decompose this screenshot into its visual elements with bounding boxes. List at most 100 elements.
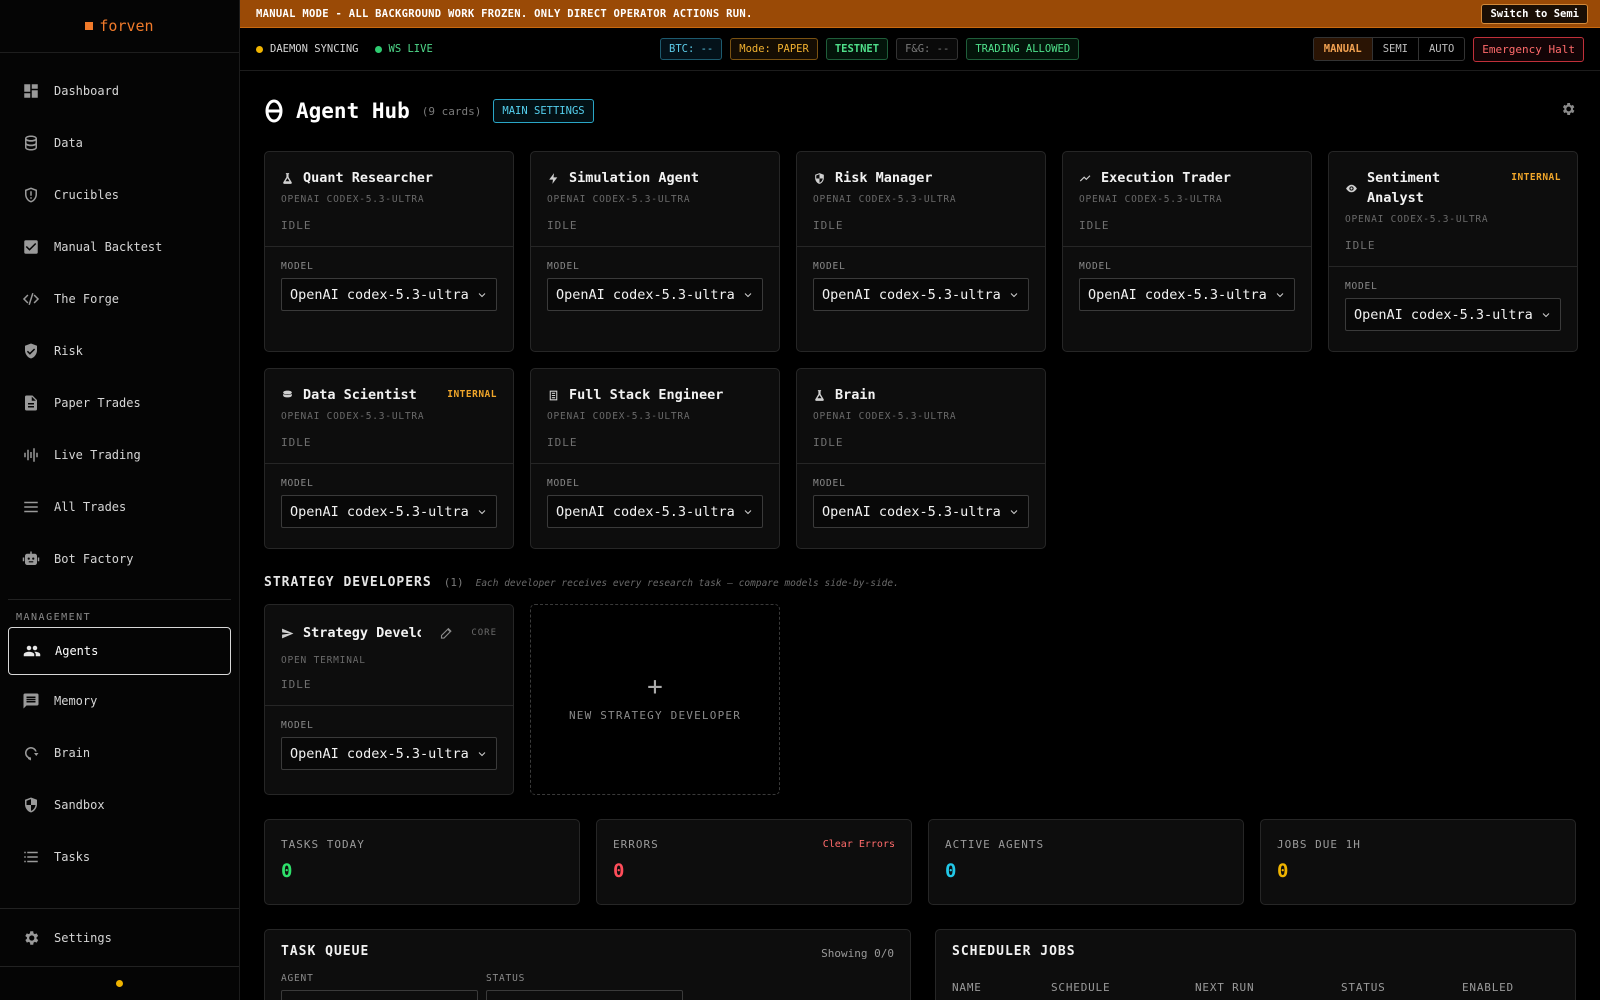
shield-icon xyxy=(813,168,827,188)
model-select[interactable]: OpenAI codex-5.3-ultra xyxy=(281,737,497,770)
sidebar-item-label: Paper Trades xyxy=(54,396,141,410)
shield-half-icon xyxy=(25,797,37,813)
internal-badge: INTERNAL xyxy=(447,389,497,400)
status-pills: BTC: -- Mode: PAPER TESTNET F&G: -- TRAD… xyxy=(660,38,1080,60)
new-strategy-developer-button[interactable]: + NEW STRATEGY DEVELOPER xyxy=(530,604,780,795)
ws-label: WS LIVE xyxy=(388,43,433,55)
column-header[interactable]: ENABLED xyxy=(1462,981,1514,994)
model-select[interactable]: OpenAI codex-5.3-ultra xyxy=(547,495,763,528)
model-select[interactable]: OpenAI codex-5.3-ultra xyxy=(547,278,763,311)
chevron-down-icon xyxy=(1010,509,1018,514)
open-terminal-link[interactable]: OPEN TERMINAL xyxy=(281,655,497,666)
section-note: Each developer receives every research t… xyxy=(475,578,899,589)
agent-status: IDLE xyxy=(547,436,578,449)
column-header[interactable]: NAME xyxy=(952,981,1051,994)
agent-name: Risk Manager xyxy=(835,170,933,186)
agent-status: IDLE xyxy=(1079,219,1110,232)
agent-name: Sentiment Analyst xyxy=(1367,170,1441,206)
sidebar-item-live-trading[interactable]: Live Trading xyxy=(0,429,239,481)
stat-value: 0 xyxy=(945,860,957,882)
model-select[interactable]: OpenAI codex-5.3-ultra xyxy=(813,278,1029,311)
model-select[interactable]: OpenAI codex-5.3-ultra xyxy=(1079,278,1295,311)
sidebar-item-risk[interactable]: Risk xyxy=(0,325,239,377)
scheduler-jobs-panel: SCHEDULER JOBS NAME SCHEDULE NEXT RUN ST… xyxy=(935,929,1576,1000)
database-icon xyxy=(25,135,37,151)
sidebar-item-crucibles[interactable]: Crucibles xyxy=(0,169,239,221)
stat-label: JOBS DUE 1H xyxy=(1277,838,1361,851)
stat-value: 0 xyxy=(613,860,625,882)
agent-provider: OPENAI CODEX-5.3-ULTRA xyxy=(1079,194,1223,205)
agent-status: IDLE xyxy=(1345,239,1376,252)
gear-icon xyxy=(25,930,39,945)
sidebar-item-paper-trades[interactable]: Paper Trades xyxy=(0,377,239,429)
internal-badge: INTERNAL xyxy=(1511,172,1561,183)
brand-mark-icon xyxy=(85,22,94,30)
status-filter-select[interactable] xyxy=(486,990,683,1000)
sidebar-item-dashboard[interactable]: Dashboard xyxy=(0,65,239,117)
core-badge: CORE xyxy=(471,628,497,638)
ws-dot-icon xyxy=(374,45,382,53)
file-icon xyxy=(547,385,561,405)
model-select-value: OpenAI codex-5.3-ultra xyxy=(556,503,735,520)
sidebar-item-label: The Forge xyxy=(54,292,120,306)
sidebar-item-tasks[interactable]: Tasks xyxy=(0,831,239,883)
mode-manual-button[interactable]: MANUAL xyxy=(1313,38,1372,60)
mode-semi-button[interactable]: SEMI xyxy=(1371,38,1418,60)
nav-section-management: MANAGEMENT xyxy=(16,612,92,623)
agent-name: Strategy Developer xyxy=(303,625,421,641)
hub-settings-icon[interactable] xyxy=(1560,101,1576,117)
mode-auto-button[interactable]: AUTO xyxy=(1417,38,1464,60)
chevron-down-icon xyxy=(478,509,486,514)
stat-tasks-today: TASKS TODAY 0 xyxy=(264,819,580,905)
stat-label: ACTIVE AGENTS xyxy=(945,838,1045,851)
mode-switcher: MANUAL SEMI AUTO xyxy=(1312,37,1466,61)
main-area: MANUAL MODE - ALL BACKGROUND WORK FROZEN… xyxy=(240,0,1600,1000)
model-label: MODEL xyxy=(281,720,314,731)
main-settings-button[interactable]: MAIN SETTINGS xyxy=(493,99,594,123)
sidebar-item-data[interactable]: Data xyxy=(0,117,239,169)
filter-label: STATUS xyxy=(486,973,526,984)
flask-icon xyxy=(813,385,827,405)
strategy-developer-card: Strategy Developer CORE OPEN TERMINAL ID… xyxy=(264,604,514,795)
stat-value: 0 xyxy=(281,860,293,882)
section-title: STRATEGY DEVELOPERS xyxy=(264,575,432,590)
column-header[interactable]: SCHEDULE xyxy=(1051,981,1195,994)
switch-to-semi-button[interactable]: Switch to Semi xyxy=(1481,3,1588,24)
bolt-icon xyxy=(547,168,561,188)
sidebar-item-settings[interactable]: Settings xyxy=(0,908,239,966)
column-header[interactable]: NEXT RUN xyxy=(1195,981,1341,994)
bottom-panels: TASK QUEUE Showing 0/0 AGENT STATUS SCHE… xyxy=(264,929,1576,1000)
model-select[interactable]: OpenAI codex-5.3-ultra xyxy=(813,495,1029,528)
column-header[interactable]: STATUS xyxy=(1341,981,1462,994)
chevron-down-icon xyxy=(744,509,752,514)
sidebar-item-brain[interactable]: Brain xyxy=(0,727,239,779)
model-label: MODEL xyxy=(1345,281,1378,292)
clear-errors-button[interactable]: Clear Errors xyxy=(823,839,895,850)
brain-icon xyxy=(25,747,39,761)
emergency-halt-button[interactable]: Emergency Halt xyxy=(1473,36,1584,62)
sidebar-item-bot-factory[interactable]: Bot Factory xyxy=(0,533,239,585)
sidebar-item-all-trades[interactable]: All Trades xyxy=(0,481,239,533)
model-select[interactable]: OpenAI codex-5.3-ultra xyxy=(281,278,497,311)
agent-status: IDLE xyxy=(281,436,312,449)
model-select[interactable]: OpenAI codex-5.3-ultra xyxy=(1345,298,1561,331)
agent-filter: AGENT xyxy=(281,973,478,1000)
model-select[interactable]: OpenAI codex-5.3-ultra xyxy=(281,495,497,528)
sidebar-item-memory[interactable]: Memory xyxy=(0,675,239,727)
page-title: Agent Hub xyxy=(296,99,410,123)
brand-name: forven xyxy=(99,17,154,35)
sidebar-item-manual-backtest[interactable]: Manual Backtest xyxy=(0,221,239,273)
sidebar-item-agents[interactable]: Agents xyxy=(8,627,231,675)
sidebar-item-label: Agents xyxy=(55,644,99,658)
daemon-dot-icon xyxy=(256,45,263,53)
edit-icon[interactable] xyxy=(439,623,454,643)
panel-title: SCHEDULER JOBS xyxy=(952,944,1076,959)
agent-filter-select[interactable] xyxy=(281,990,478,1000)
check-square-icon xyxy=(24,240,38,254)
sidebar-item-sandbox[interactable]: Sandbox xyxy=(0,779,239,831)
brand-logo[interactable]: forven xyxy=(0,0,239,53)
hub-header: Agent Hub (9 cards) MAIN SETTINGS xyxy=(264,71,1576,151)
agent-name: Execution Trader xyxy=(1101,170,1232,186)
send-icon xyxy=(281,623,295,643)
sidebar-item-the-forge[interactable]: The Forge xyxy=(0,273,239,325)
